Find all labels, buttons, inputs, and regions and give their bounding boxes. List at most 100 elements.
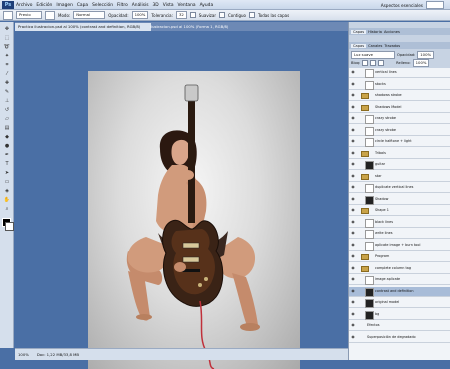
dodge-tool-icon[interactable]: ● bbox=[3, 143, 11, 150]
menu-ayuda[interactable]: Ayuda bbox=[200, 3, 214, 8]
path-select-tool-icon[interactable]: ➤ bbox=[3, 170, 11, 177]
menu-seleccion[interactable]: Selección bbox=[92, 3, 113, 8]
layer-row[interactable]: ◉ Shadow bbox=[349, 195, 450, 205]
visibility-eye-icon[interactable]: ◉ bbox=[350, 115, 356, 121]
visibility-eye-icon[interactable]: ◉ bbox=[350, 276, 356, 282]
menu-capa[interactable]: Capa bbox=[77, 3, 88, 8]
layer-row[interactable]: ◉ Superposición de degradado bbox=[349, 333, 450, 343]
layer-row[interactable]: ◉ black lines bbox=[349, 218, 450, 228]
visibility-eye-icon[interactable]: ◉ bbox=[350, 127, 356, 133]
menu-imagen[interactable]: Imagen bbox=[56, 3, 73, 8]
zoom-tool-icon[interactable]: ⌕ bbox=[3, 206, 11, 213]
visibility-eye-icon[interactable]: ◉ bbox=[350, 265, 356, 271]
menu-vista[interactable]: Vista bbox=[163, 3, 174, 8]
layer-row[interactable]: ◉ bg bbox=[349, 310, 450, 320]
layer-row[interactable]: ◉ duplicate vertical lines bbox=[349, 183, 450, 193]
swatch-icon[interactable] bbox=[45, 10, 55, 20]
brush-preset-select[interactable]: Previo bbox=[16, 11, 42, 19]
menu-ventana[interactable]: Ventana bbox=[178, 3, 196, 8]
alllayers-checkbox[interactable] bbox=[248, 12, 255, 18]
move-tool-icon[interactable]: ✥ bbox=[3, 26, 11, 33]
visibility-eye-icon[interactable]: ◉ bbox=[350, 69, 356, 75]
pen-tool-icon[interactable]: ✒ bbox=[3, 152, 11, 159]
layer-row[interactable]: ◉ contrast and definition bbox=[349, 286, 450, 297]
tab-acciones[interactable]: Acciones bbox=[384, 30, 400, 34]
visibility-eye-icon[interactable]: ◉ bbox=[350, 219, 356, 225]
tab-document-second[interactable]: ilustracion.psd al 100% (Forma 1, RGB/8) bbox=[147, 23, 265, 31]
visibility-eye-icon[interactable]: ◉ bbox=[350, 196, 356, 202]
visibility-eye-icon[interactable]: ◉ bbox=[350, 242, 356, 248]
hand-tool-icon[interactable]: ✋ bbox=[3, 197, 11, 204]
visibility-eye-icon[interactable]: ◉ bbox=[350, 322, 356, 328]
tab-canales[interactable]: Canales bbox=[368, 44, 382, 48]
visibility-eye-icon[interactable]: ◉ bbox=[350, 288, 356, 294]
search-field[interactable] bbox=[426, 1, 444, 9]
fill-field[interactable]: 100% bbox=[412, 58, 430, 67]
eyedropper-tool-icon[interactable]: ⁄ bbox=[3, 71, 11, 78]
layer-row[interactable]: ◉ shadows strobe bbox=[349, 91, 450, 101]
layer-row[interactable]: ◉ Program bbox=[349, 252, 450, 262]
type-tool-icon[interactable]: T bbox=[3, 161, 11, 168]
layer-row[interactable]: ◉ crazy strobe bbox=[349, 126, 450, 136]
visibility-eye-icon[interactable]: ◉ bbox=[350, 138, 356, 144]
layer-row[interactable]: ◉ Efectos bbox=[349, 321, 450, 331]
background-color-swatch[interactable] bbox=[5, 222, 14, 231]
tab-capas-top[interactable]: Capas bbox=[351, 29, 367, 34]
healing-tool-icon[interactable]: ✚ bbox=[3, 80, 11, 87]
visibility-eye-icon[interactable]: ◉ bbox=[350, 161, 356, 167]
canvas-workspace[interactable] bbox=[15, 31, 348, 369]
visibility-eye-icon[interactable]: ◉ bbox=[350, 299, 356, 305]
visibility-eye-icon[interactable]: ◉ bbox=[350, 207, 356, 213]
tab-document-active[interactable]: Practica ilustracion.psd al 100% (contra… bbox=[15, 23, 151, 31]
layer-row[interactable]: ◉ Shape 1 bbox=[349, 206, 450, 216]
workspace-label[interactable]: Aspectos esenciales bbox=[381, 3, 423, 8]
visibility-eye-icon[interactable]: ◉ bbox=[350, 230, 356, 236]
menu-analisis[interactable]: Análisis bbox=[132, 3, 149, 8]
contiguous-checkbox[interactable] bbox=[219, 12, 225, 18]
layer-row[interactable]: ◉ image aplicate bbox=[349, 275, 450, 285]
lock-position-icon[interactable] bbox=[378, 59, 385, 66]
visibility-eye-icon[interactable]: ◉ bbox=[350, 104, 356, 110]
visibility-eye-icon[interactable]: ◉ bbox=[350, 173, 356, 179]
lock-transparency-icon[interactable] bbox=[362, 59, 369, 66]
lasso-tool-icon[interactable]: ➰ bbox=[3, 44, 11, 51]
menu-filtro[interactable]: Filtro bbox=[117, 3, 128, 8]
layer-row[interactable]: ◉ stocks bbox=[349, 80, 450, 90]
visibility-eye-icon[interactable]: ◉ bbox=[350, 184, 356, 190]
layer-row[interactable]: ◉ star bbox=[349, 172, 450, 182]
history-brush-tool-icon[interactable]: ↺ bbox=[3, 107, 11, 114]
brush-tool-icon[interactable]: ✎ bbox=[3, 89, 11, 96]
eraser-tool-icon[interactable]: ▱ bbox=[3, 116, 11, 123]
crop-tool-icon[interactable]: ⌗ bbox=[3, 62, 11, 69]
blur-tool-icon[interactable]: ◆ bbox=[3, 134, 11, 141]
layer-row[interactable]: ◉ guitar bbox=[349, 160, 450, 170]
menu-3d[interactable]: 3D bbox=[153, 3, 159, 8]
layer-row[interactable]: ◉ crazy strobe bbox=[349, 114, 450, 124]
tab-capas[interactable]: Capas bbox=[351, 43, 367, 48]
lock-pixels-icon[interactable] bbox=[370, 59, 377, 66]
gradient-tool-icon[interactable]: ▤ bbox=[3, 125, 11, 132]
layer-row[interactable]: ◉ write lines bbox=[349, 229, 450, 239]
layer-row[interactable]: ◉ original model bbox=[349, 298, 450, 308]
tab-trazados[interactable]: Trazados bbox=[384, 44, 400, 48]
blend-mode-select[interactable]: Luz suave bbox=[351, 50, 395, 59]
mode-select[interactable]: Normal bbox=[73, 11, 106, 19]
layer-opacity-field[interactable]: 100% bbox=[417, 50, 435, 59]
layer-row[interactable]: ◉ circle halftone + light bbox=[349, 137, 450, 147]
visibility-eye-icon[interactable]: ◉ bbox=[350, 92, 356, 98]
layer-row[interactable]: ◉ aplicate image + burn tool bbox=[349, 241, 450, 251]
3d-tool-icon[interactable]: ◈ bbox=[3, 188, 11, 195]
stamp-tool-icon[interactable]: ⊥ bbox=[3, 98, 11, 105]
tool-preset-icon[interactable] bbox=[3, 10, 13, 20]
menu-archivo[interactable]: Archivo bbox=[16, 3, 32, 8]
document-canvas[interactable] bbox=[88, 71, 300, 369]
menu-edicion[interactable]: Edición bbox=[36, 3, 52, 8]
visibility-eye-icon[interactable]: ◉ bbox=[350, 311, 356, 317]
zoom-level[interactable]: 100% bbox=[18, 352, 29, 357]
opacity-field[interactable]: 100% bbox=[131, 11, 149, 19]
tab-historia[interactable]: Historia bbox=[368, 30, 382, 34]
visibility-eye-icon[interactable]: ◉ bbox=[350, 334, 356, 340]
layer-row[interactable]: ◉ Shadows Model bbox=[349, 103, 450, 113]
layer-row[interactable]: ◉ Tribals bbox=[349, 149, 450, 159]
visibility-eye-icon[interactable]: ◉ bbox=[350, 81, 356, 87]
